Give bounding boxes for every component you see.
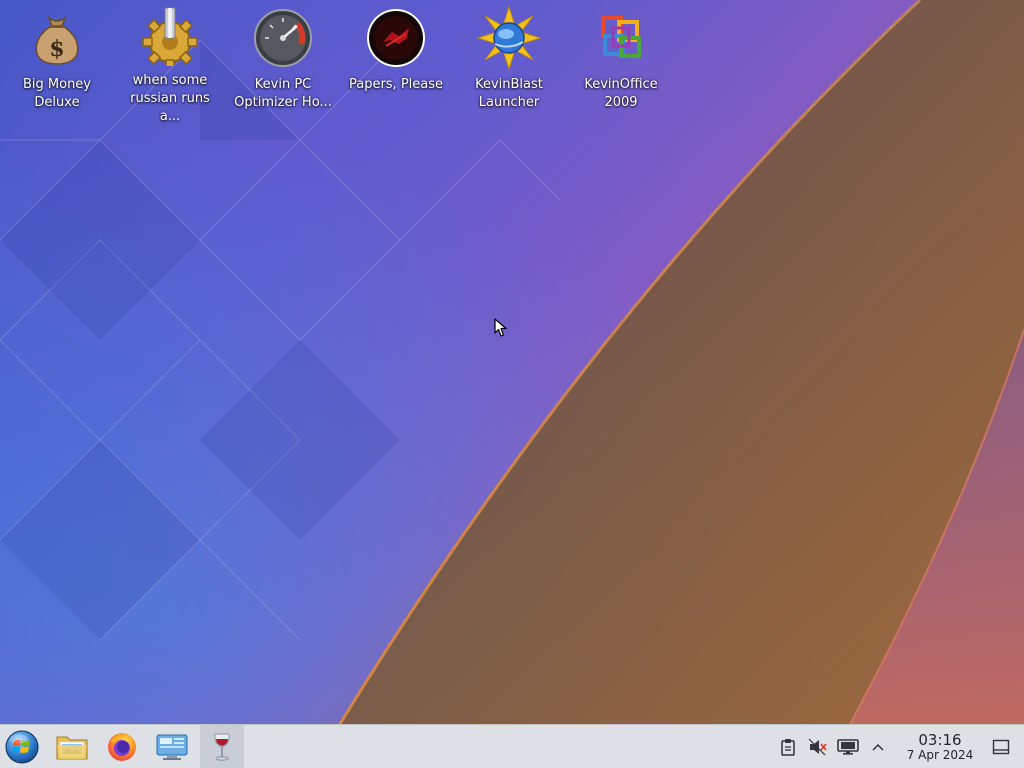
desktop-icon-label: when some russian runs a... <box>130 73 210 124</box>
desktop-icon-label: Kevin PC Optimizer Ho... <box>234 77 332 110</box>
desktop-icon-label: Papers, Please <box>348 77 444 92</box>
desktop-icon-kevinoffice-2009[interactable]: KevinOffice 2009 <box>569 6 673 118</box>
remote-desktop-button[interactable] <box>150 725 194 768</box>
blast-launcher-icon <box>477 6 541 70</box>
clipboard-button[interactable] <box>774 733 802 761</box>
start-menu-button[interactable] <box>0 725 44 768</box>
clipboard-icon <box>781 738 795 756</box>
digital-clock[interactable]: 03:16 7 Apr 2024 <box>902 732 978 762</box>
chevron-up-icon <box>872 743 884 751</box>
clock-date: 7 Apr 2024 <box>906 747 974 762</box>
folder-icon <box>56 736 88 759</box>
desktop[interactable]: $ Big Money Deluxe when some russian run… <box>0 0 1024 724</box>
tray-expand-button[interactable] <box>864 733 892 761</box>
display-icon <box>837 738 859 755</box>
papers-please-icon <box>364 6 428 70</box>
firefox-icon <box>108 732 136 761</box>
remote-desktop-icon <box>156 734 188 760</box>
money-bag-icon: $ <box>25 6 89 70</box>
desktop-icon-big-money-deluxe[interactable]: $ Big Money Deluxe <box>5 6 109 118</box>
show-desktop-icon <box>992 739 1010 754</box>
mouse-cursor-icon <box>494 318 507 337</box>
firefox-button[interactable] <box>100 725 144 768</box>
taskbar: 03:16 7 Apr 2024 <box>0 724 1024 768</box>
desktop-icon-kevinblast-launcher[interactable]: KevinBlast Launcher <box>457 6 561 118</box>
svg-text:$: $ <box>49 36 64 62</box>
volume-button[interactable] <box>804 733 832 761</box>
desktop-icon-label: KevinBlast Launcher <box>475 77 543 110</box>
file-manager-button[interactable] <box>50 725 94 768</box>
clock-time: 03:16 <box>918 730 962 749</box>
volume-muted-icon <box>808 738 827 755</box>
speedometer-icon <box>251 6 315 70</box>
desktop-icon-russian-runs[interactable]: when some russian runs a... <box>118 6 222 124</box>
system-tray: 03:16 7 Apr 2024 <box>772 725 1024 768</box>
display-button[interactable] <box>834 733 862 761</box>
gear-icon <box>138 6 202 66</box>
desktop-icon-kevin-pc-optimizer[interactable]: Kevin PC Optimizer Ho... <box>231 6 335 118</box>
desktop-icon-label: KevinOffice 2009 <box>584 77 658 110</box>
wine-glass-icon <box>214 733 230 761</box>
wine-button[interactable] <box>200 725 244 768</box>
desktop-icon-label: Big Money Deluxe <box>22 77 91 110</box>
show-desktop-button[interactable] <box>986 733 1016 761</box>
office-icon <box>589 6 653 70</box>
desktop-icon-papers-please[interactable]: Papers, Please <box>344 6 448 118</box>
windows-orb-icon <box>5 730 39 763</box>
